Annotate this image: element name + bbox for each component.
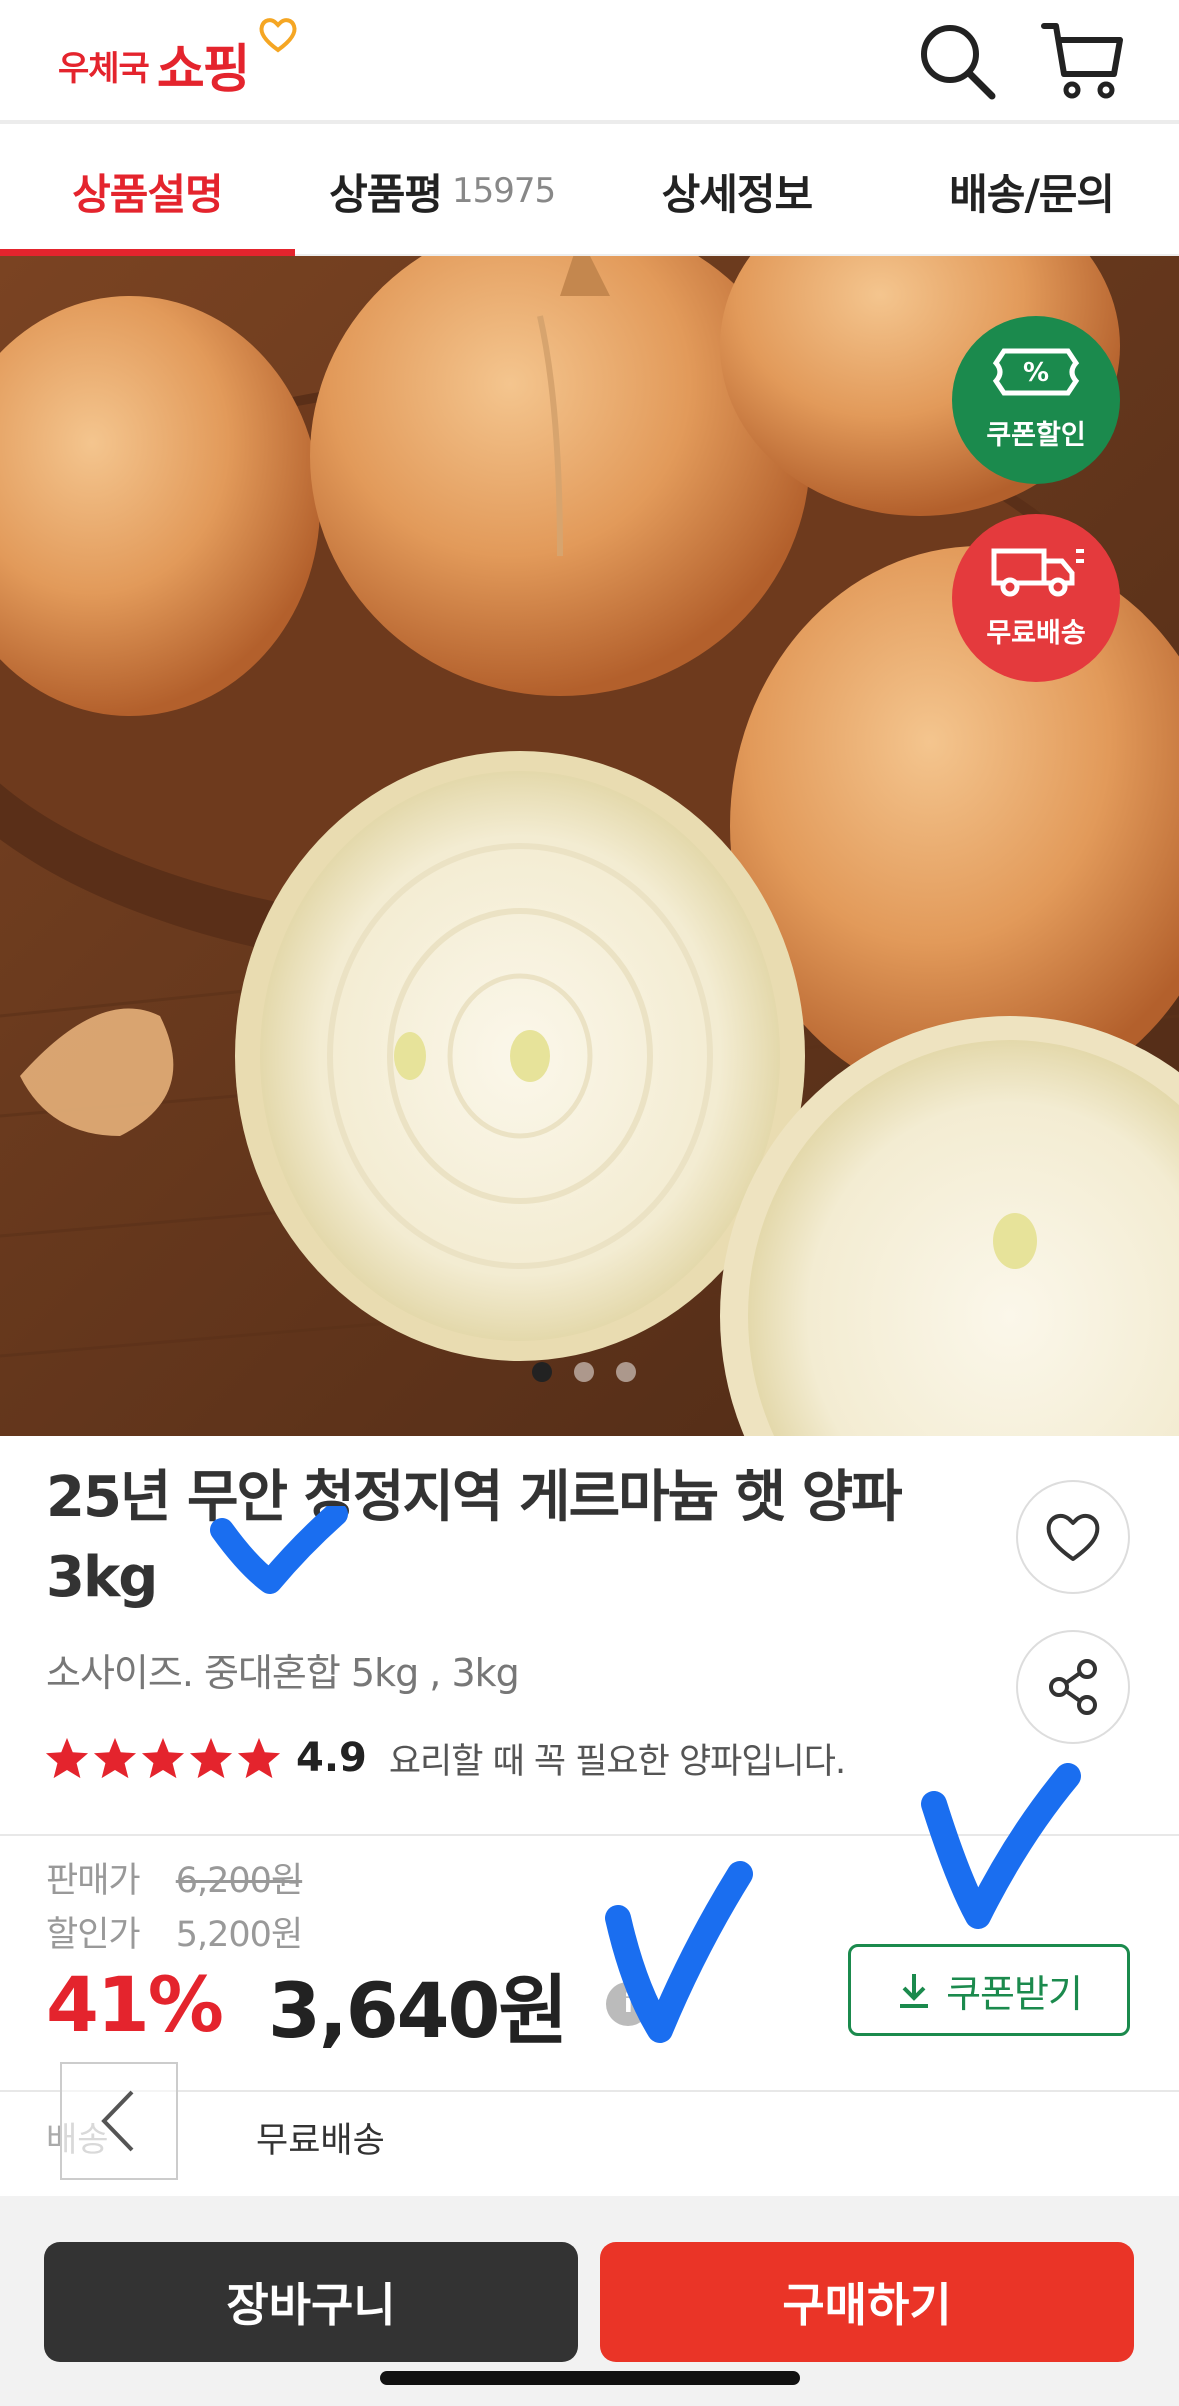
tab-reviews[interactable]: 상품평 15975 (295, 128, 590, 254)
original-price-label: 판매가 (46, 1861, 141, 1901)
back-button[interactable] (60, 2062, 178, 2180)
logo[interactable]: 우체국 쇼핑 (58, 18, 297, 102)
discount-price-row: 할인가 5,200원 (46, 1906, 303, 1957)
product-option-text: 소사이즈. 중대혼합 5kg , 3kg (46, 1651, 520, 1695)
top-bar: 우체국 쇼핑 (0, 0, 1179, 124)
logo-small-text: 우체국 (58, 49, 150, 89)
carousel-dot[interactable] (616, 1362, 636, 1382)
product-title: 25년 무안 청정지역 게르마늄 햇 양파 3kg (46, 1458, 976, 1618)
wishlist-button[interactable] (1016, 1480, 1130, 1594)
rating-row[interactable]: 4.9 요리할 때 꼭 필요한 양파입니다. (44, 1728, 846, 1788)
svg-text:%: % (1023, 358, 1049, 388)
get-coupon-label: 쿠폰받기 (946, 1971, 1083, 2016)
section-tabs: 상품설명 상품평 15975 상세정보 배송/문의 (0, 128, 1179, 256)
tab-description[interactable]: 상품설명 (0, 128, 295, 256)
star-rating (44, 1736, 282, 1780)
original-price-value: 6,200원 (175, 1861, 303, 1901)
get-coupon-button[interactable]: 쿠폰받기 (848, 1944, 1130, 2036)
product-image-carousel[interactable]: % 쿠폰할인 무료배송 (0, 256, 1179, 1436)
star-icon (93, 1737, 137, 1779)
final-price: 3,640원 (268, 1966, 568, 2055)
tab-details[interactable]: 상세정보 (590, 128, 885, 254)
delivery-truck-icon (991, 548, 1084, 597)
shipping-badge-label: 무료배송 (986, 618, 1086, 649)
original-price-row: 판매가 6,200원 (46, 1852, 303, 1903)
coupon-badge-label: 쿠폰할인 (986, 420, 1086, 451)
carousel-pagination (532, 1362, 636, 1382)
review-count: 15975 (452, 171, 556, 211)
tab-shipping-inquiry[interactable]: 배송/문의 (884, 128, 1179, 254)
final-price-row: 41% 3,640원 i (46, 1954, 651, 2055)
star-icon (45, 1737, 89, 1779)
discount-percent: 41% (46, 1959, 224, 2049)
chevron-left-icon (101, 2090, 134, 2152)
add-to-cart-button[interactable]: 장바구니 (44, 2242, 578, 2362)
coupon-discount-badge: % 쿠폰할인 (952, 316, 1120, 484)
annotation-checkmark (605, 1861, 753, 2043)
share-icon (1049, 1659, 1097, 1715)
share-button[interactable] (1016, 1630, 1130, 1744)
download-icon (900, 1974, 929, 2008)
product-title-line1: 25년 무안 청정지역 게르마늄 햇 양파 (46, 1465, 903, 1530)
star-icon (141, 1737, 185, 1779)
logo-heart-icon (259, 18, 297, 53)
star-icon (237, 1737, 281, 1779)
cart-icon (1041, 23, 1123, 99)
annotation-checkmark (921, 1763, 1081, 1929)
discount-price-label: 할인가 (46, 1915, 141, 1955)
add-to-cart-label: 장바구니 (226, 2278, 396, 2332)
coupon-percent-icon: % (992, 348, 1080, 396)
cart-button[interactable] (1038, 16, 1126, 104)
search-icon (921, 25, 996, 100)
carousel-dot[interactable] (574, 1362, 594, 1382)
search-button[interactable] (912, 16, 1000, 104)
rating-value: 4.9 (296, 1735, 367, 1781)
shipping-value: 무료배송 (256, 2121, 385, 2161)
annotation-checkmark (210, 1506, 348, 1594)
review-highlight: 요리할 때 꼭 필요한 양파입니다. (388, 1741, 846, 1782)
tab-label: 상품평 (329, 169, 443, 219)
star-icon (189, 1737, 233, 1779)
logo-big-text: 쇼핑 (156, 40, 251, 100)
tab-label: 상세정보 (661, 169, 814, 219)
free-shipping-badge: 무료배송 (952, 514, 1120, 682)
product-title-line2: 3kg (46, 1545, 158, 1610)
buy-now-label: 구매하기 (782, 2278, 952, 2332)
tab-label: 배송/문의 (949, 169, 1115, 219)
carousel-dot-active[interactable] (532, 1362, 552, 1382)
heart-icon (1046, 1513, 1100, 1561)
buy-now-button[interactable]: 구매하기 (600, 2242, 1134, 2362)
home-indicator[interactable] (380, 2371, 800, 2385)
tab-label: 상품설명 (72, 169, 224, 219)
